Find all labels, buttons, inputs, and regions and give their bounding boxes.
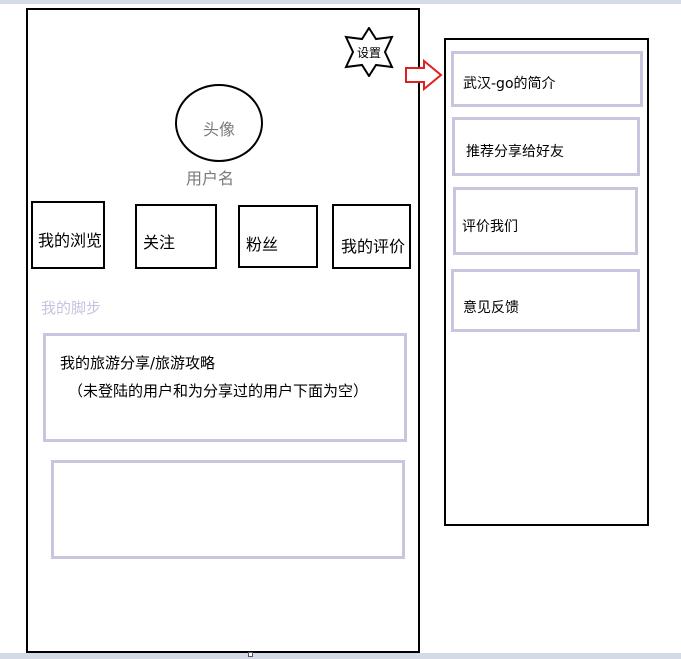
tab-label: 我的浏览 <box>38 231 103 250</box>
share-note: （未登陆的用户和为分享过的用户下面为空） <box>68 382 369 400</box>
travel-share-card[interactable]: 我的旅游分享/旅游攻略 （未登陆的用户和为分享过的用户下面为空） <box>43 333 407 442</box>
tab-label: 粉丝 <box>246 235 279 254</box>
window-top-bar <box>0 0 681 4</box>
settings-label: 设置 <box>356 45 381 60</box>
window-bottom-bar <box>0 653 681 659</box>
menu-item-label: 武汉-go的简介 <box>463 76 556 92</box>
menu-item-about[interactable]: 武汉-go的简介 <box>451 51 643 107</box>
username: 用户名 <box>186 169 235 188</box>
menu-item-feedback[interactable]: 意见反馈 <box>451 269 640 332</box>
tab-label: 我的评价 <box>341 237 406 256</box>
menu-item-label: 推荐分享给好友 <box>466 144 564 160</box>
share-title: 我的旅游分享/旅游攻略 <box>60 354 216 372</box>
footprint-heading: 我的脚步 <box>41 299 102 317</box>
avatar-label: 头像 <box>202 120 235 139</box>
arrow-right-icon <box>405 58 443 92</box>
empty-content-card <box>51 460 405 559</box>
tab-label: 关注 <box>143 233 176 252</box>
avatar[interactable]: 头像 <box>175 84 263 162</box>
menu-item-label: 意见反馈 <box>463 300 519 316</box>
menu-item-label: 评价我们 <box>462 219 518 235</box>
tab-my-reviews[interactable]: 我的评价 <box>332 204 411 269</box>
menu-item-recommend[interactable]: 推荐分享给好友 <box>452 117 640 176</box>
tab-following[interactable]: 关注 <box>135 204 217 269</box>
tab-my-browsing[interactable]: 我的浏览 <box>31 201 105 269</box>
resize-handle[interactable] <box>248 652 253 657</box>
tab-followers[interactable]: 粉丝 <box>238 205 318 268</box>
menu-item-rate-us[interactable]: 评价我们 <box>453 187 638 255</box>
settings-button[interactable]: 设置 <box>340 27 398 77</box>
